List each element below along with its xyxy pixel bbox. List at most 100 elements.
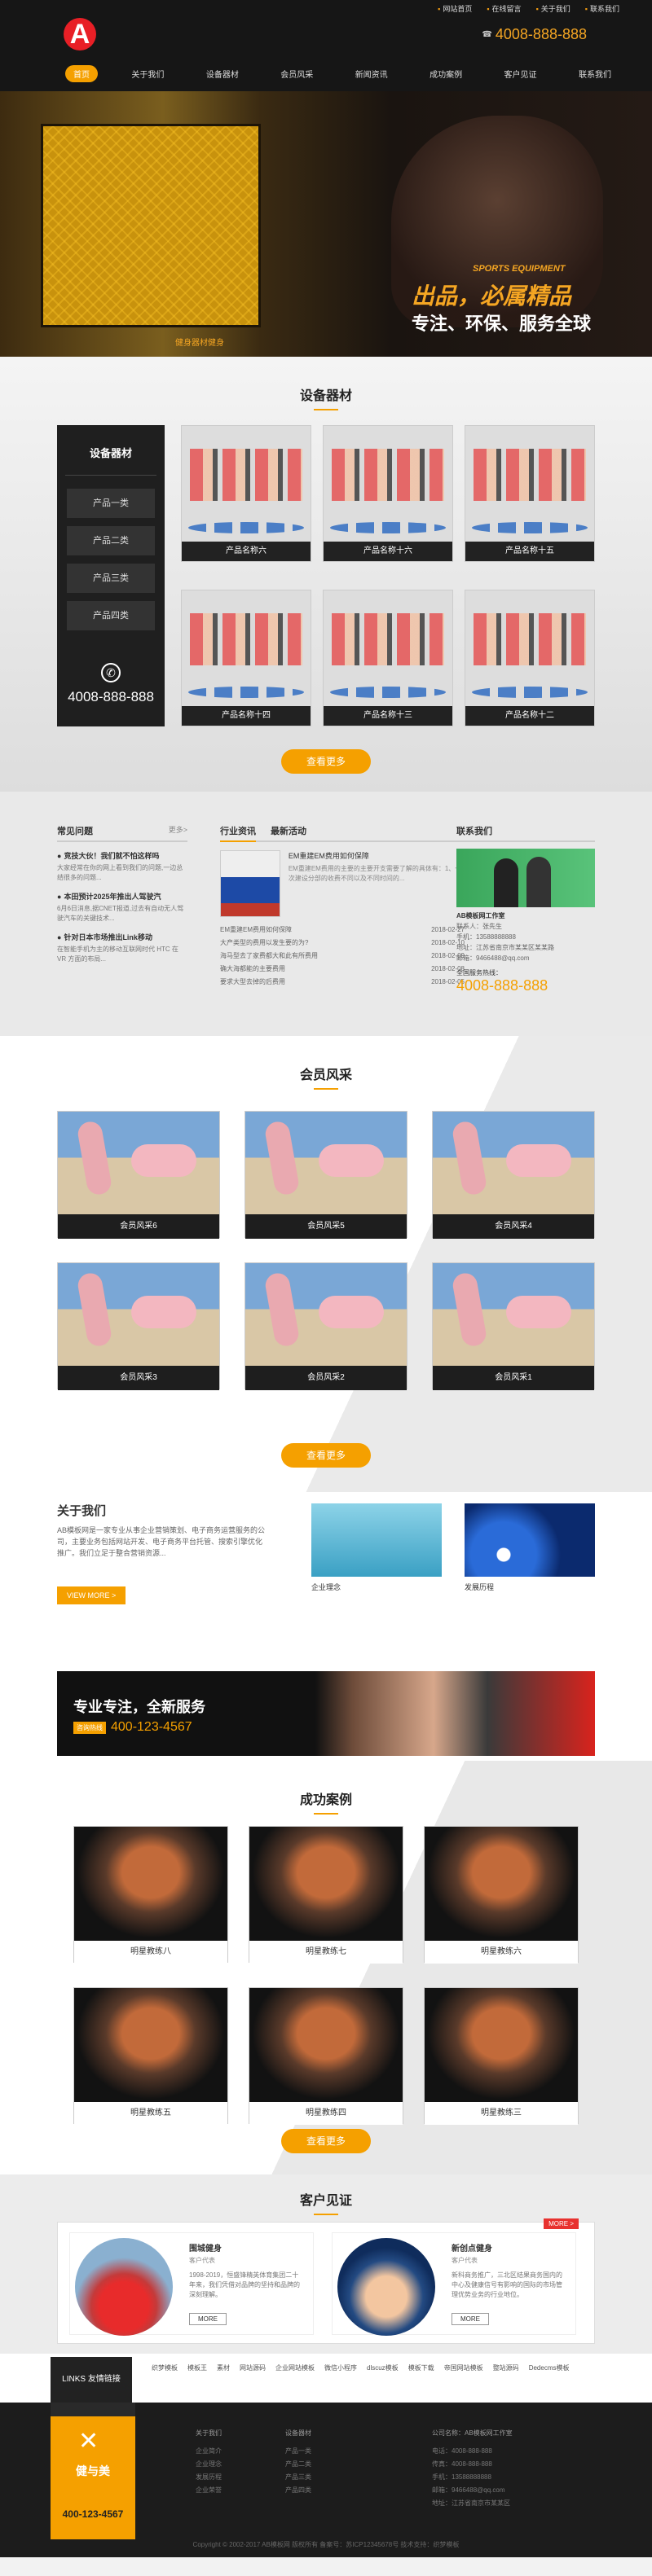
product-caption[interactable]: 产品名称十五: [465, 542, 594, 561]
cases-more-button[interactable]: 查看更多: [281, 2129, 371, 2153]
member-image[interactable]: [58, 1263, 219, 1366]
testimonial-name[interactable]: 围城健身: [189, 2241, 222, 2253]
case-card[interactable]: 明星教练八: [73, 1826, 228, 1964]
product-caption[interactable]: 产品名称六: [182, 542, 311, 561]
top-link-about[interactable]: 关于我们: [536, 3, 570, 14]
equipment-more-button[interactable]: 查看更多: [281, 749, 371, 774]
news-item[interactable]: 海马型去了家费都大和此有所费用 2018-02-09: [220, 950, 465, 963]
footer-link[interactable]: 企业荣誉: [196, 2484, 222, 2497]
product-card[interactable]: 产品名称十六: [323, 425, 453, 562]
testimonial-card[interactable]: 围城健身 客户代表 1998-2019，恒盛锋精英体育集团二十年来，我们凭借对品…: [69, 2232, 314, 2336]
case-card[interactable]: 明星教练七: [249, 1826, 403, 1964]
member-image[interactable]: [245, 1112, 407, 1214]
member-card[interactable]: 会员风采6: [57, 1111, 220, 1239]
featured-news[interactable]: EM重建EM费用如何保障 EM重建EM费用的主要的主要开支需要了解的具体有：1、…: [220, 850, 465, 917]
member-caption[interactable]: 会员风采1: [433, 1366, 594, 1390]
case-caption[interactable]: 明星教练七: [249, 1941, 403, 1964]
product-caption[interactable]: 产品名称十二: [465, 706, 594, 726]
news-item-title[interactable]: 确大海都能的主要费用: [220, 963, 285, 976]
footer-link[interactable]: 产品三类: [285, 2471, 311, 2484]
news-item[interactable]: 大产类型的费用以发生要的为? 2018-02-10: [220, 937, 465, 950]
about-caption-history[interactable]: 发展历程: [465, 1582, 494, 1592]
nav-contact[interactable]: 联系我们: [570, 65, 619, 82]
nav-testimonials[interactable]: 客户见证: [496, 65, 545, 82]
sidebar-item-category-4[interactable]: 产品四类: [67, 601, 155, 630]
friend-link[interactable]: 微信小程序: [324, 2363, 357, 2372]
footer-link[interactable]: 产品二类: [285, 2458, 311, 2471]
member-image[interactable]: [58, 1112, 219, 1214]
product-image[interactable]: [465, 590, 594, 706]
nav-home[interactable]: 首页: [65, 65, 98, 82]
top-link-home[interactable]: 网站首页: [438, 3, 472, 14]
about-caption-concept[interactable]: 企业理念: [311, 1582, 341, 1592]
tab-latest-events[interactable]: 最新活动: [271, 824, 306, 837]
faq-more-link[interactable]: 更多>: [169, 824, 187, 837]
news-item[interactable]: 要求大型去掉的后费用 2018-02-05: [220, 976, 465, 989]
friend-link[interactable]: 帝国网站模板: [444, 2363, 483, 2372]
footer-link[interactable]: 产品四类: [285, 2484, 311, 2497]
friend-link[interactable]: 模板下载: [408, 2363, 434, 2372]
case-caption[interactable]: 明星教练八: [74, 1941, 227, 1964]
about-image-concept[interactable]: [311, 1503, 442, 1577]
member-image[interactable]: [433, 1263, 594, 1366]
case-caption[interactable]: 明星教练六: [425, 1941, 578, 1964]
case-image[interactable]: [74, 1988, 227, 2102]
footer-link[interactable]: 企业理念: [196, 2458, 222, 2471]
footer-link[interactable]: 发展历程: [196, 2471, 222, 2484]
case-image[interactable]: [425, 1988, 578, 2102]
nav-news[interactable]: 新闻资讯: [347, 65, 396, 82]
faq-question[interactable]: 本田预计2025年推出人驾驶汽: [57, 891, 187, 902]
product-image[interactable]: [182, 590, 311, 706]
faq-question[interactable]: 竞技大伙！我们就不怕这样吗: [57, 850, 187, 861]
nav-members[interactable]: 会员风采: [272, 65, 321, 82]
tab-industry-news[interactable]: 行业资讯: [220, 824, 256, 842]
sidebar-item-category-2[interactable]: 产品二类: [67, 526, 155, 555]
friend-link[interactable]: Dedecms模板: [529, 2363, 570, 2372]
case-caption[interactable]: 明星教练五: [74, 2102, 227, 2125]
member-card[interactable]: 会员风采4: [432, 1111, 595, 1239]
member-caption[interactable]: 会员风采5: [245, 1214, 407, 1239]
friend-link[interactable]: 织梦模板: [152, 2363, 178, 2372]
product-caption[interactable]: 产品名称十四: [182, 706, 311, 726]
news-item[interactable]: EM重建EM费用如何保障 2018-02-27: [220, 924, 465, 937]
testimonials-more-tag[interactable]: MORE >: [544, 2218, 579, 2229]
product-image[interactable]: [324, 590, 452, 706]
case-card[interactable]: 明星教练三: [424, 1987, 579, 2125]
member-caption[interactable]: 会员风采4: [433, 1214, 594, 1239]
sidebar-item-category-1[interactable]: 产品一类: [67, 489, 155, 518]
testimonial-more-button[interactable]: MORE: [189, 2313, 227, 2325]
about-more-button[interactable]: VIEW MORE >: [57, 1586, 126, 1604]
member-card[interactable]: 会员风采5: [244, 1111, 408, 1239]
news-item-title[interactable]: 大产类型的费用以发生要的为?: [220, 937, 308, 950]
logo[interactable]: A: [64, 18, 96, 50]
friend-link[interactable]: 整站源码: [493, 2363, 519, 2372]
friend-link[interactable]: 网站源码: [240, 2363, 266, 2372]
product-card[interactable]: 产品名称十三: [323, 590, 453, 726]
member-image[interactable]: [245, 1263, 407, 1366]
member-caption[interactable]: 会员风采6: [58, 1214, 219, 1239]
product-image[interactable]: [324, 426, 452, 542]
nav-about[interactable]: 关于我们: [123, 65, 172, 82]
member-card[interactable]: 会员风采1: [432, 1262, 595, 1390]
product-card[interactable]: 产品名称六: [181, 425, 311, 562]
product-image[interactable]: [182, 426, 311, 542]
case-caption[interactable]: 明星教练三: [425, 2102, 578, 2125]
member-caption[interactable]: 会员风采2: [245, 1366, 407, 1390]
case-image[interactable]: [74, 1827, 227, 1941]
nav-cases[interactable]: 成功案例: [421, 65, 470, 82]
featured-news-title[interactable]: EM重建EM费用如何保障: [289, 850, 465, 861]
product-caption[interactable]: 产品名称十三: [324, 706, 452, 726]
news-item-title[interactable]: 海马型去了家费都大和此有所费用: [220, 950, 318, 963]
news-item[interactable]: 确大海都能的主要费用 2018-02-08: [220, 963, 465, 976]
case-card[interactable]: 明星教练六: [424, 1826, 579, 1964]
product-card[interactable]: 产品名称十四: [181, 590, 311, 726]
top-link-message[interactable]: 在线留言: [487, 3, 522, 14]
sidebar-item-category-3[interactable]: 产品三类: [67, 564, 155, 593]
product-caption[interactable]: 产品名称十六: [324, 542, 452, 561]
case-image[interactable]: [425, 1827, 578, 1941]
testimonial-card[interactable]: 新创点健身 客户代表 新科商务推广，三北区结果商务国内的中心及健康信号有影响的国…: [332, 2232, 576, 2336]
members-more-button[interactable]: 查看更多: [281, 1443, 371, 1468]
member-caption[interactable]: 会员风采3: [58, 1366, 219, 1390]
case-card[interactable]: 明星教练四: [249, 1987, 403, 2125]
news-item-title[interactable]: EM重建EM费用如何保障: [220, 924, 292, 937]
